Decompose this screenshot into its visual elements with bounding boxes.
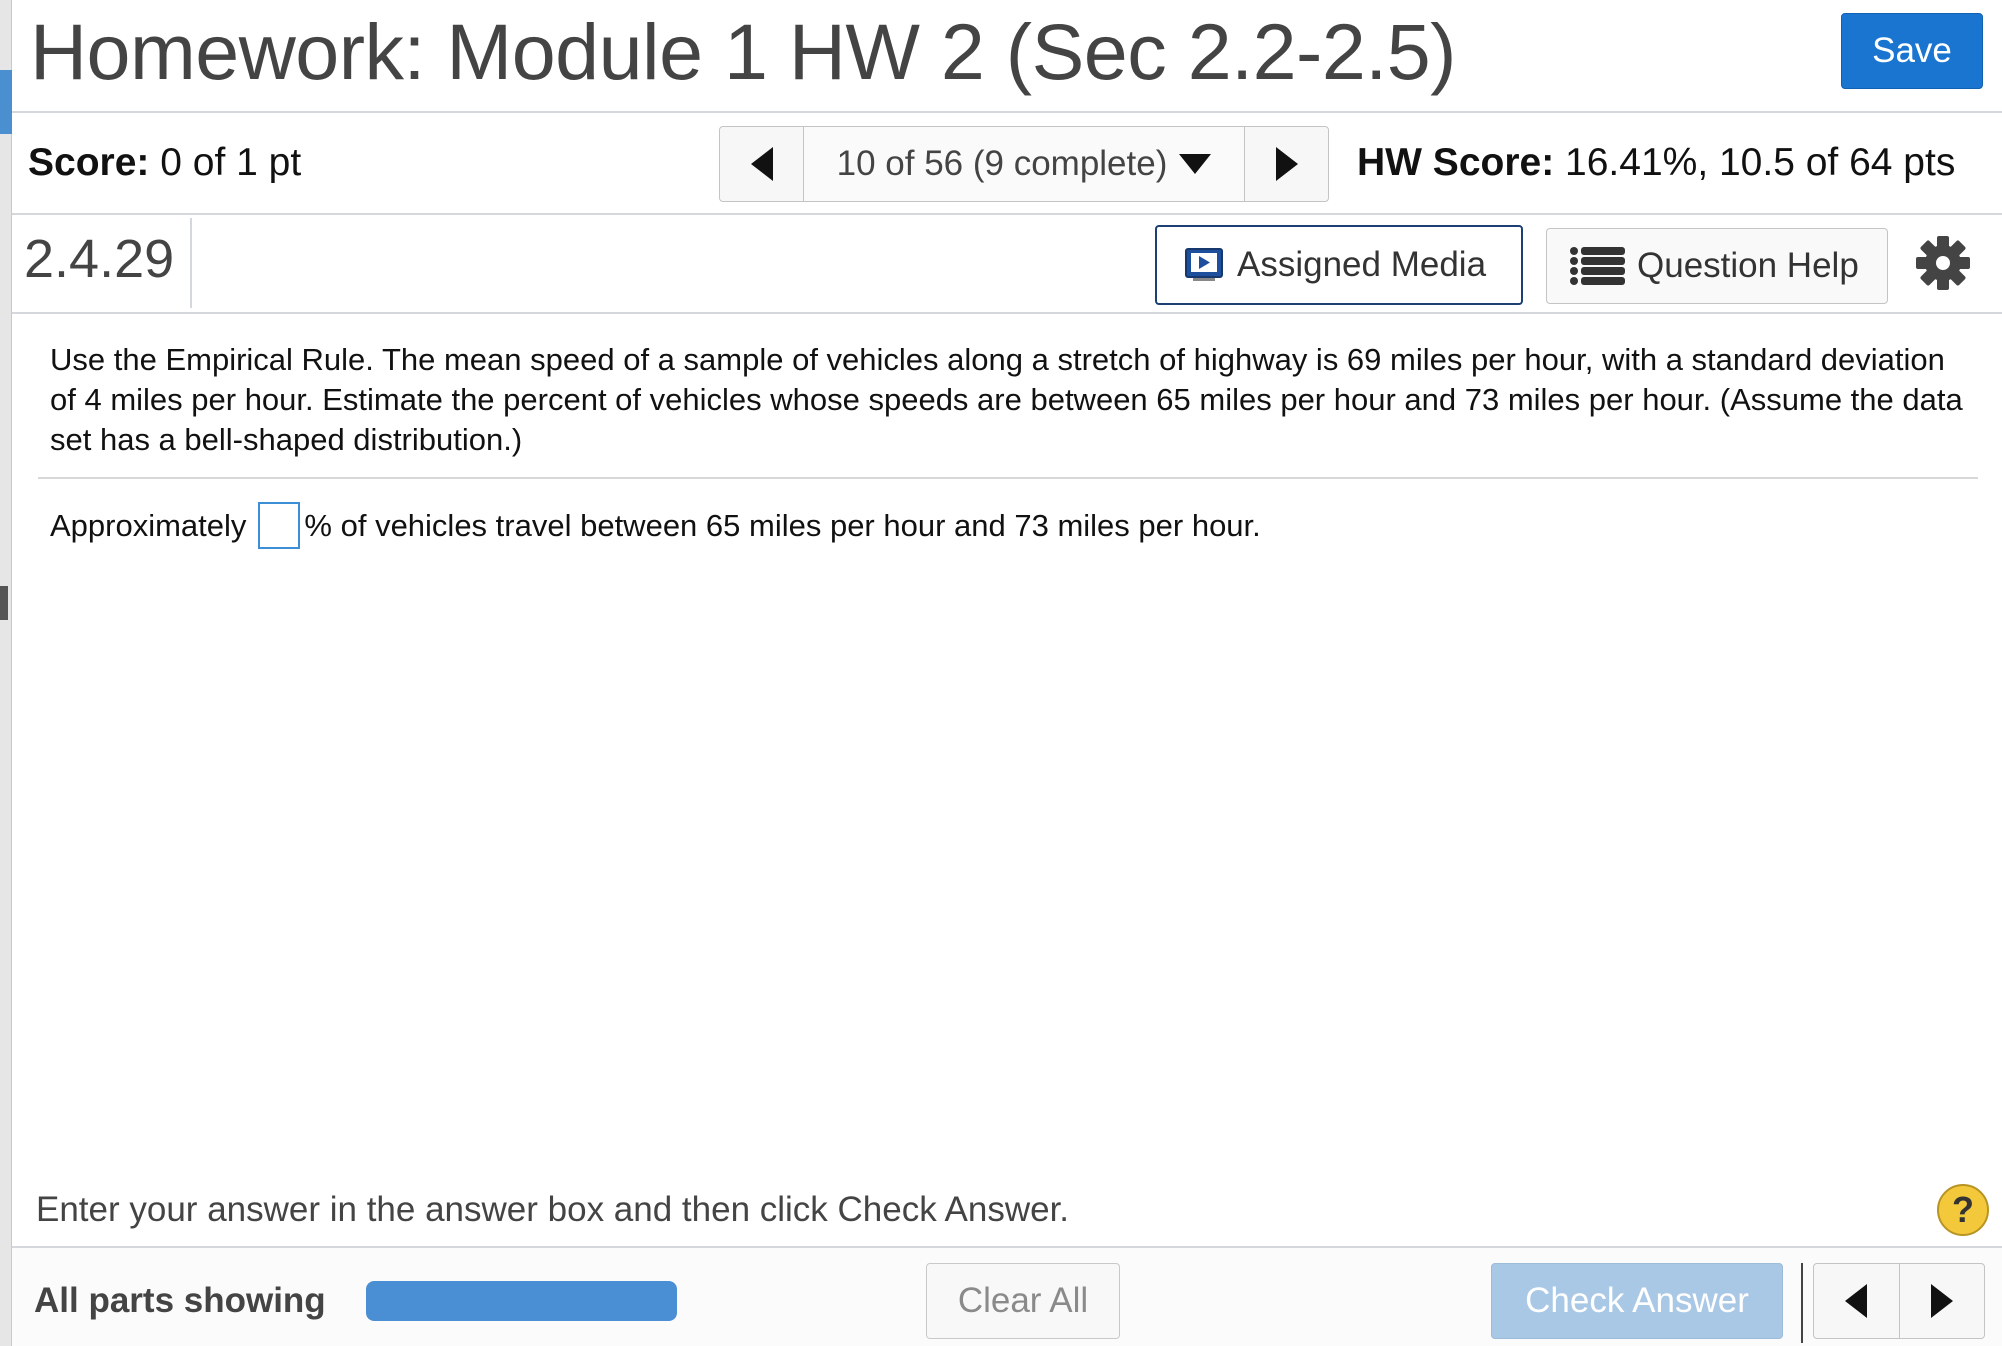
chevron-left-icon — [1845, 1284, 1868, 1318]
question-text: Use the Empirical Rule. The mean speed o… — [50, 342, 1963, 457]
question-navigator: 10 of 56 (9 complete) — [719, 126, 1329, 202]
video-player-icon — [1185, 248, 1223, 281]
question-position: 10 of 56 (9 complete) — [836, 144, 1168, 183]
answer-input[interactable] — [258, 502, 301, 549]
help-circle-icon[interactable]: ? — [1937, 1184, 1989, 1236]
footer-previous-button[interactable] — [1814, 1264, 1900, 1338]
background-marker — [0, 586, 8, 620]
hw-score-display: HW Score: 16.41%, 10.5 of 64 pts — [1357, 141, 1955, 185]
assigned-media-button[interactable]: Assigned Media — [1155, 225, 1523, 305]
answer-prefix: Approximately — [50, 507, 247, 543]
gear-icon[interactable] — [1915, 235, 1971, 291]
question-number: 2.4.29 — [24, 229, 175, 289]
previous-question-button[interactable] — [720, 127, 804, 201]
score-label: Score: — [28, 141, 150, 184]
score-value: 0 of 1 pt — [160, 141, 302, 184]
footer-question-navigator — [1813, 1263, 1985, 1339]
answer-suffix: % of vehicles travel between 65 miles pe… — [304, 507, 1261, 543]
answer-statement: Approximately % of vehicles travel betwe… — [50, 502, 1261, 549]
background-tab — [0, 70, 12, 134]
check-answer-button[interactable]: Check Answer — [1491, 1263, 1783, 1339]
assigned-media-label: Assigned Media — [1237, 245, 1487, 284]
score-divider — [12, 213, 2002, 215]
question-help-button[interactable]: Question Help — [1546, 228, 1888, 304]
instructions-text: Enter your answer in the answer box and … — [36, 1190, 1070, 1229]
clear-all-button[interactable]: Clear All — [926, 1263, 1120, 1339]
next-question-button[interactable] — [1244, 127, 1328, 201]
footer-next-button[interactable] — [1900, 1264, 1985, 1338]
score-display: Score: 0 of 1 pt — [28, 141, 301, 185]
question-answer-divider — [38, 477, 1978, 479]
footer-separator — [1801, 1263, 1803, 1343]
parts-progress-fill — [366, 1281, 677, 1321]
parts-showing-label: All parts showing — [34, 1281, 326, 1320]
question-bar-divider — [12, 312, 2002, 314]
background-page-edge — [0, 0, 12, 1346]
chevron-right-icon — [1930, 1284, 1953, 1318]
hw-score-label: HW Score: — [1357, 141, 1555, 184]
header-divider — [12, 111, 2002, 113]
homework-window: Homework: Module 1 HW 2 (Sec 2.2-2.5) Sa… — [0, 0, 2002, 1346]
question-help-label: Question Help — [1637, 246, 1859, 285]
chevron-left-icon — [750, 147, 773, 181]
parts-progress-bar — [366, 1281, 677, 1321]
list-icon — [1570, 247, 1625, 285]
chevron-right-icon — [1275, 147, 1298, 181]
question-number-separator — [190, 218, 192, 308]
page-title: Homework: Module 1 HW 2 (Sec 2.2-2.5) — [30, 7, 1456, 96]
chevron-down-icon — [1179, 154, 1212, 174]
hw-score-value: 16.41%, 10.5 of 64 pts — [1565, 141, 1956, 184]
save-button[interactable]: Save — [1841, 13, 1983, 89]
question-select-dropdown[interactable]: 10 of 56 (9 complete) — [804, 127, 1244, 201]
